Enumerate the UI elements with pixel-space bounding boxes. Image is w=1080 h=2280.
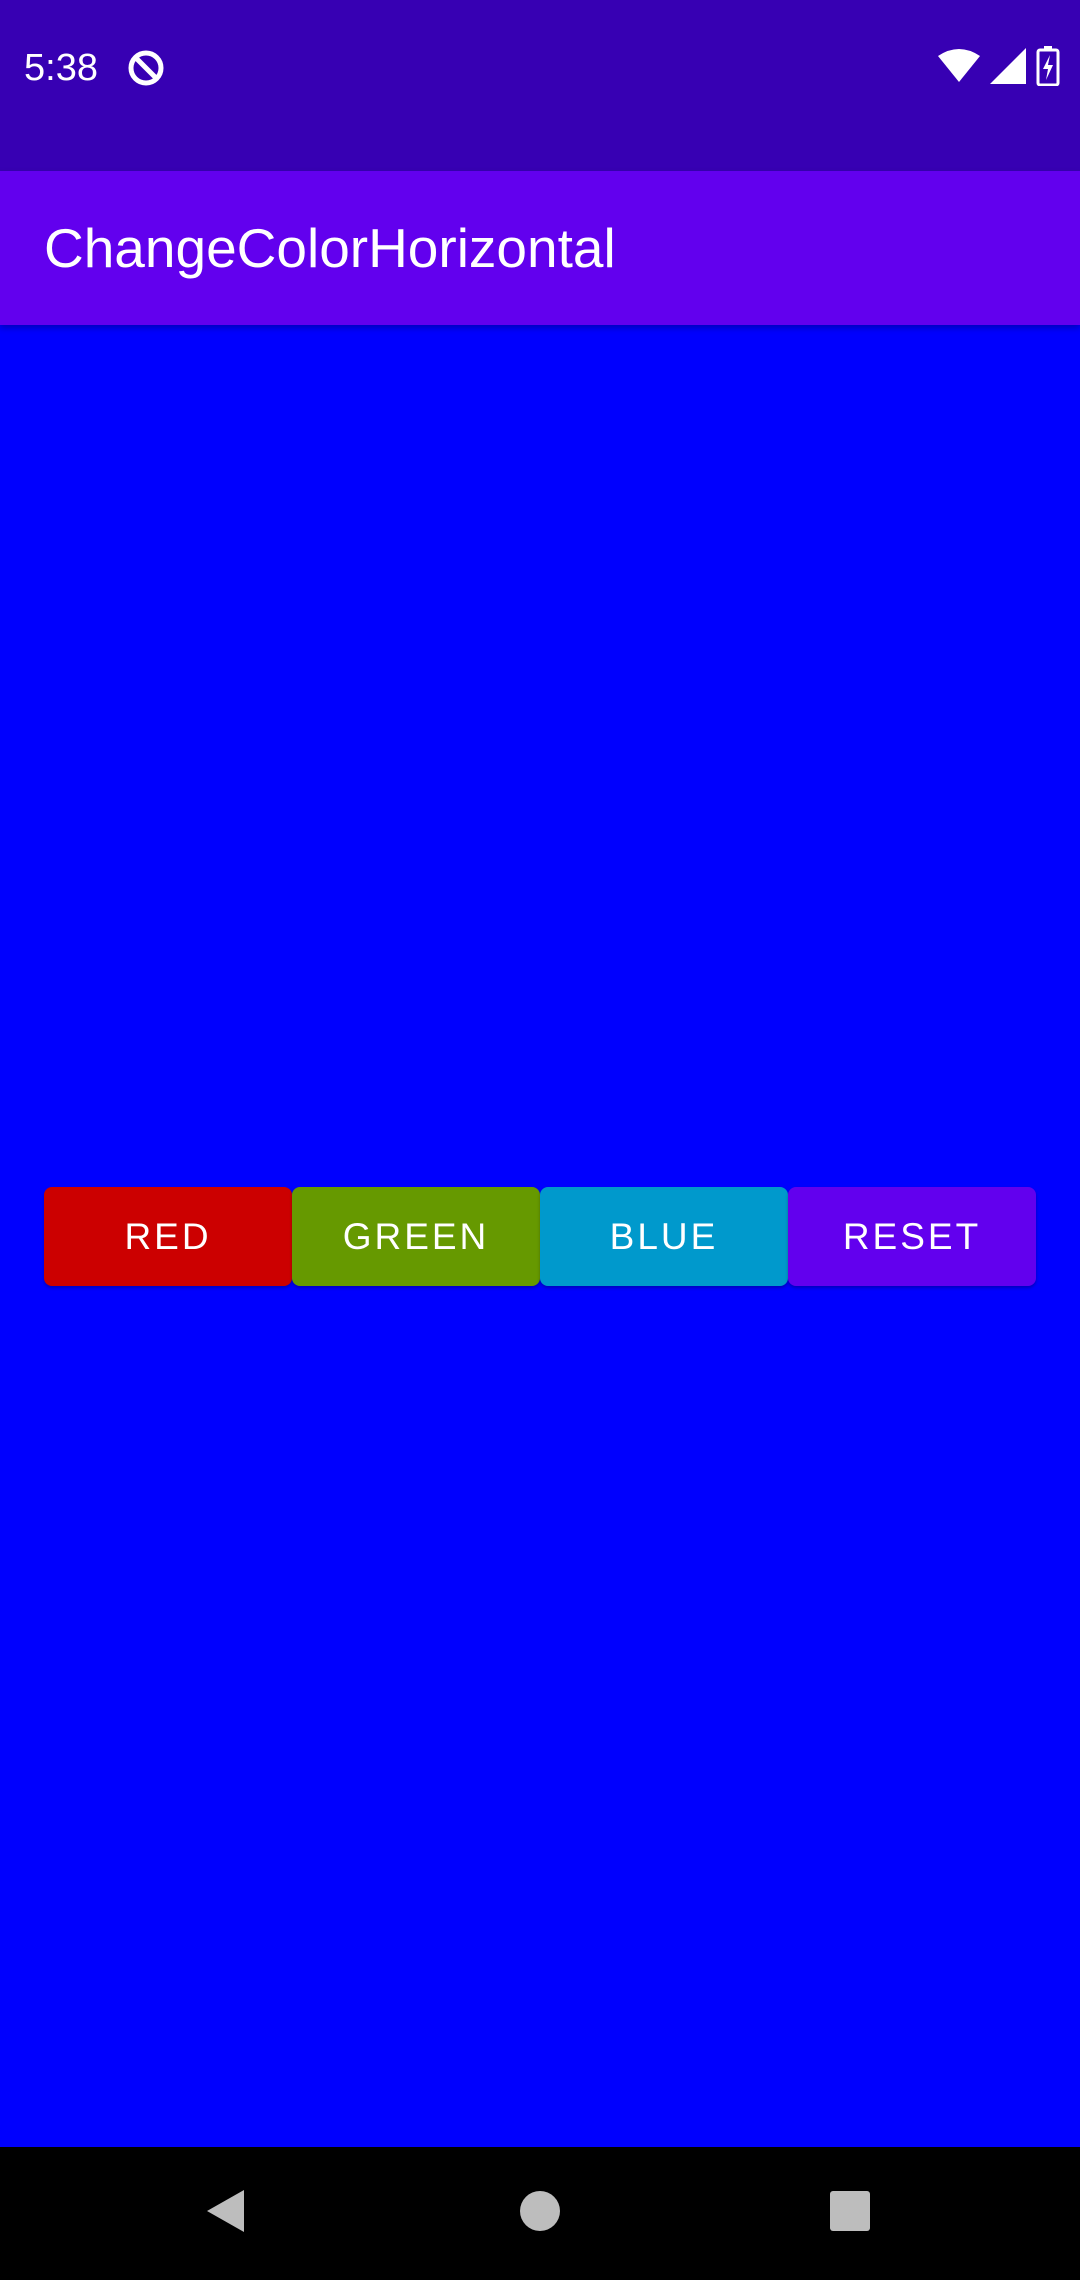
back-icon	[204, 2188, 246, 2239]
battery-charging-icon	[1036, 45, 1060, 91]
status-icons	[938, 45, 1060, 91]
green-button[interactable]: GREEN	[292, 1187, 540, 1286]
app-title: ChangeColorHorizontal	[44, 217, 616, 279]
red-button[interactable]: RED	[44, 1187, 292, 1286]
recents-button[interactable]	[790, 2147, 910, 2280]
recents-icon	[829, 2190, 871, 2237]
back-button[interactable]	[165, 2147, 285, 2280]
app-notification-icon	[126, 48, 166, 88]
status-time: 5:38	[24, 47, 98, 89]
home-button[interactable]	[480, 2147, 600, 2280]
status-bar: 5:38	[0, 0, 1080, 171]
color-button-row: RED GREEN BLUE RESET	[44, 1187, 1036, 1286]
reset-button[interactable]: RESET	[788, 1187, 1036, 1286]
app-bar: ChangeColorHorizontal	[0, 171, 1080, 325]
wifi-icon	[938, 48, 980, 89]
screen: 5:38 ChangeColorHorizontal RED GREEN BLU…	[0, 0, 1080, 2280]
cellular-signal-icon	[990, 47, 1026, 89]
navigation-bar	[0, 2147, 1080, 2280]
home-icon	[519, 2190, 561, 2237]
blue-button[interactable]: BLUE	[540, 1187, 788, 1286]
